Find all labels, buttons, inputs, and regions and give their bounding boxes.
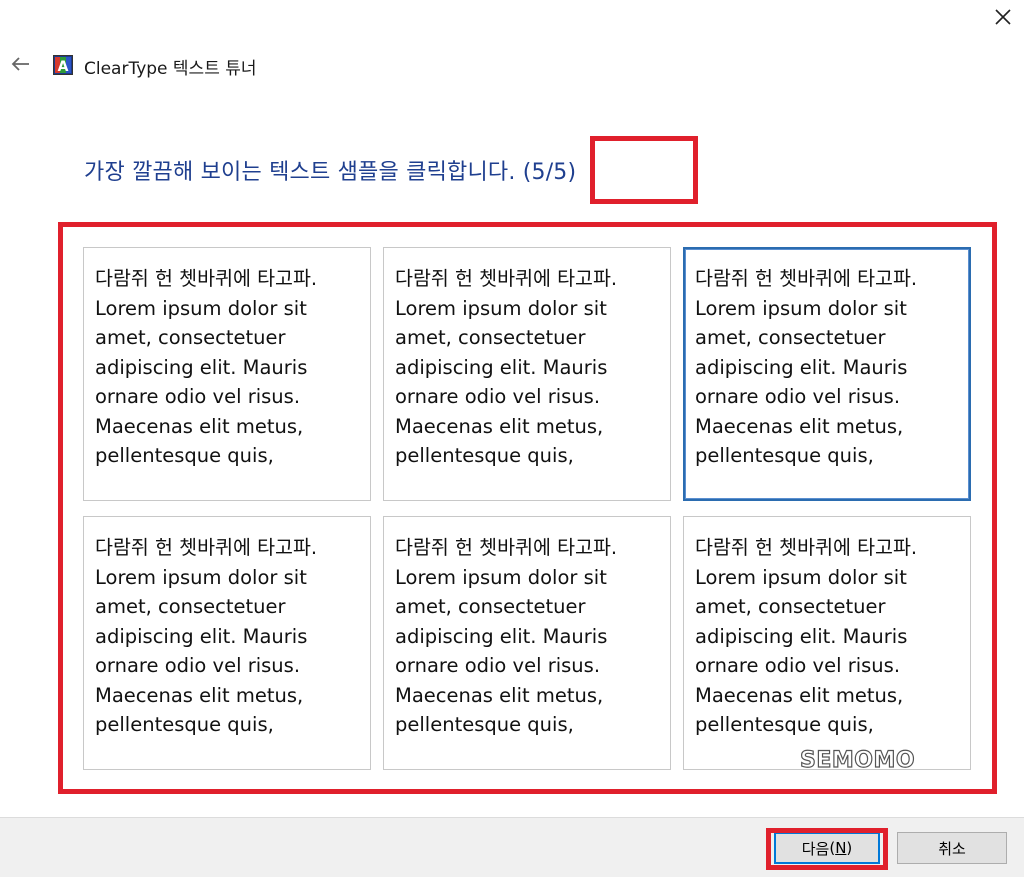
svg-text:A: A (58, 59, 69, 75)
step-highlight-box (590, 136, 698, 204)
watermark: SEMOMO (799, 747, 916, 773)
window-title: ClearType 텍스트 튜너 (84, 59, 257, 79)
back-arrow-icon (10, 56, 30, 76)
cancel-button-label: 취소 (938, 839, 966, 858)
close-icon (995, 9, 1011, 29)
instruction-text: 가장 깔끔해 보이는 텍스트 샘플을 클릭합니다. (5/5) (84, 160, 577, 185)
samples-highlight-box (58, 222, 997, 794)
back-button[interactable] (6, 52, 34, 80)
cancel-button[interactable]: 취소 (897, 832, 1007, 864)
cleartype-app-icon: A (53, 55, 73, 75)
close-button[interactable] (982, 0, 1024, 38)
next-highlight-box (766, 828, 888, 870)
